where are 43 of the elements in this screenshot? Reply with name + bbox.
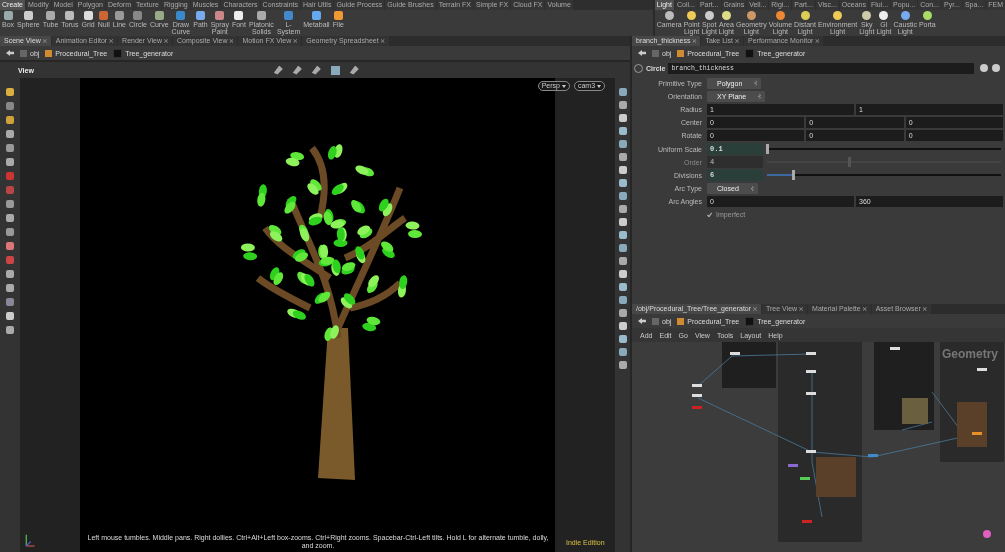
network-node[interactable] (868, 454, 878, 457)
network-node[interactable] (730, 352, 740, 355)
caret-icon (561, 85, 566, 88)
tool-icon (256, 11, 266, 20)
light-icon (833, 11, 843, 20)
network-node[interactable] (806, 450, 816, 453)
network-node[interactable] (806, 370, 816, 373)
light-icon (879, 11, 889, 20)
network-box (722, 342, 776, 388)
network-node[interactable] (800, 477, 810, 480)
light-icon (664, 11, 674, 20)
axis-icon (24, 532, 36, 548)
sticky-note (816, 457, 856, 497)
network-node[interactable] (802, 520, 812, 523)
network-node[interactable] (972, 432, 982, 435)
caret-icon (597, 85, 601, 88)
light-icon (721, 11, 731, 20)
tool-icon (333, 11, 343, 20)
tool-icon (154, 11, 164, 20)
network-node[interactable] (788, 464, 798, 467)
network-node[interactable] (977, 368, 987, 371)
light-icon (862, 11, 872, 20)
spinner-icon (750, 185, 754, 192)
sticky-note (902, 398, 928, 424)
light-icon (687, 11, 697, 20)
light-icon (746, 11, 756, 20)
network-node[interactable] (806, 392, 816, 395)
network-box-label: Geometry (942, 347, 999, 361)
tool-icon (311, 11, 321, 20)
network-node[interactable] (692, 406, 702, 409)
node-icon (983, 530, 991, 538)
network-node[interactable] (692, 394, 702, 397)
light-icon (704, 11, 714, 20)
tool-icon (284, 11, 294, 20)
network-node[interactable] (806, 352, 816, 355)
network-node[interactable] (890, 347, 900, 350)
light-icon (775, 11, 785, 20)
tool-icon (46, 11, 55, 20)
light-icon (922, 11, 932, 20)
sticky-note (957, 402, 987, 447)
network-node[interactable] (692, 384, 702, 387)
light-icon (800, 11, 810, 20)
light-icon (900, 11, 910, 20)
